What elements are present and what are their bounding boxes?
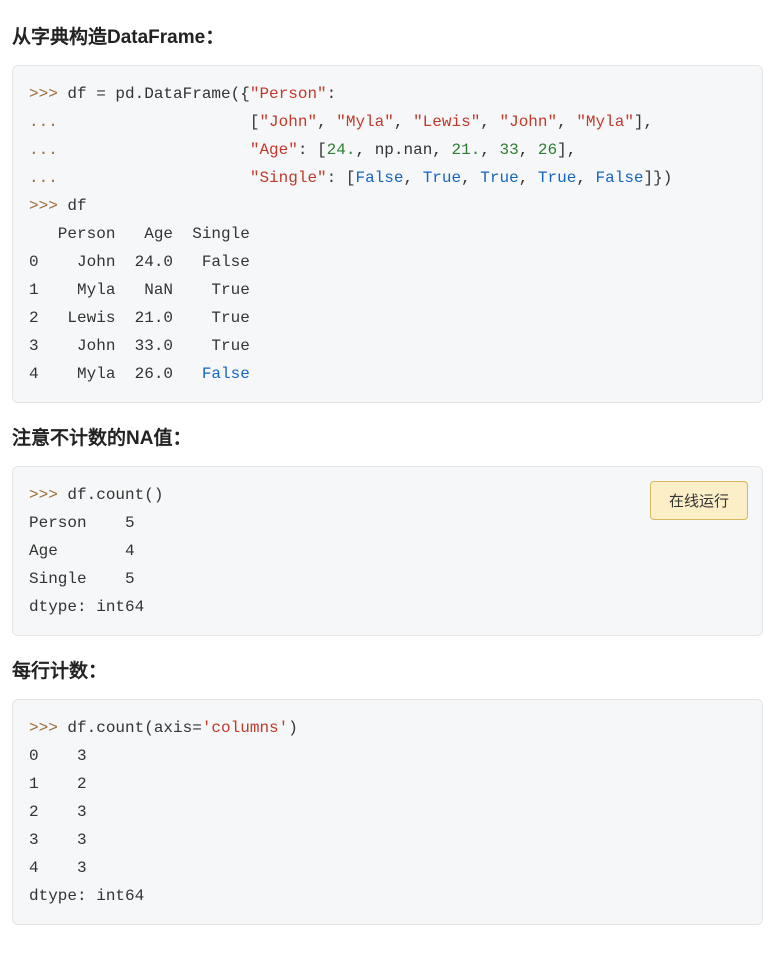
code-text: , [317,113,336,131]
string-literal: "Age" [250,141,298,159]
code-text: , [519,141,538,159]
code-output: 0 3 1 2 2 3 3 3 4 3 dtype: int64 [29,747,144,905]
string-literal: "Myla" [336,113,394,131]
code-text: ], [557,141,576,159]
repl-cont: ... [29,141,250,159]
code-text: df = pd.DataFrame({ [67,85,249,103]
code-text: : [ [298,141,327,159]
code-text: , [480,141,499,159]
number-literal: 21. [452,141,481,159]
keyword-literal: True [480,169,518,187]
keyword-literal: True [423,169,461,187]
string-literal: "John" [259,113,317,131]
code-text: , np.nan, [355,141,451,159]
number-literal: 26 [538,141,557,159]
repl-prompt: >>> [29,197,67,215]
code-text: df.count(axis= [67,719,201,737]
repl-prompt: >>> [29,719,67,737]
code-text: , [519,169,538,187]
code-text: : [327,85,337,103]
section-heading-2: 注意不计数的NA值： [12,423,763,450]
repl-prompt: >>> [29,85,67,103]
code-text: [ [250,113,260,131]
section-heading-3: 每行计数： [12,656,763,683]
code-block-3: >>> df.count(axis='columns') 0 3 1 2 2 3… [12,699,763,925]
code-text: , [576,169,595,187]
code-text: ], [634,113,653,131]
keyword-literal: True [538,169,576,187]
code-block-2: 在线运行 >>> df.count() Person 5 Age 4 Single… [12,466,763,636]
code-text: , [403,169,422,187]
keyword-literal: False [596,169,644,187]
code-text: , [394,113,413,131]
code-text: , [480,113,499,131]
string-literal: "Lewis" [413,113,480,131]
run-online-button[interactable]: 在线运行 [650,481,748,520]
code-text: ) [288,719,298,737]
code-text: ]}) [644,169,673,187]
code-text: , [461,169,480,187]
repl-cont: ... [29,113,250,131]
string-literal: "Person" [250,85,327,103]
string-literal: "Single" [250,169,327,187]
string-literal: 'columns' [202,719,288,737]
string-literal: "John" [500,113,558,131]
code-text: df.count() [67,486,163,504]
code-output: Person Age Single 0 John 24.0 False 1 My… [29,225,250,383]
code-text: : [ [327,169,356,187]
number-literal: 24. [327,141,356,159]
code-output: Person 5 Age 4 Single 5 dtype: int64 [29,514,144,616]
number-literal: 33 [500,141,519,159]
keyword-literal: False [202,365,250,383]
code-block-1: >>> df = pd.DataFrame({"Person": ... ["J… [12,65,763,403]
repl-prompt: >>> [29,486,67,504]
string-literal: "Myla" [576,113,634,131]
repl-cont: ... [29,169,250,187]
code-text: , [557,113,576,131]
code-text: df [67,197,86,215]
section-heading-1: 从字典构造DataFrame： [12,22,763,49]
keyword-literal: False [355,169,403,187]
